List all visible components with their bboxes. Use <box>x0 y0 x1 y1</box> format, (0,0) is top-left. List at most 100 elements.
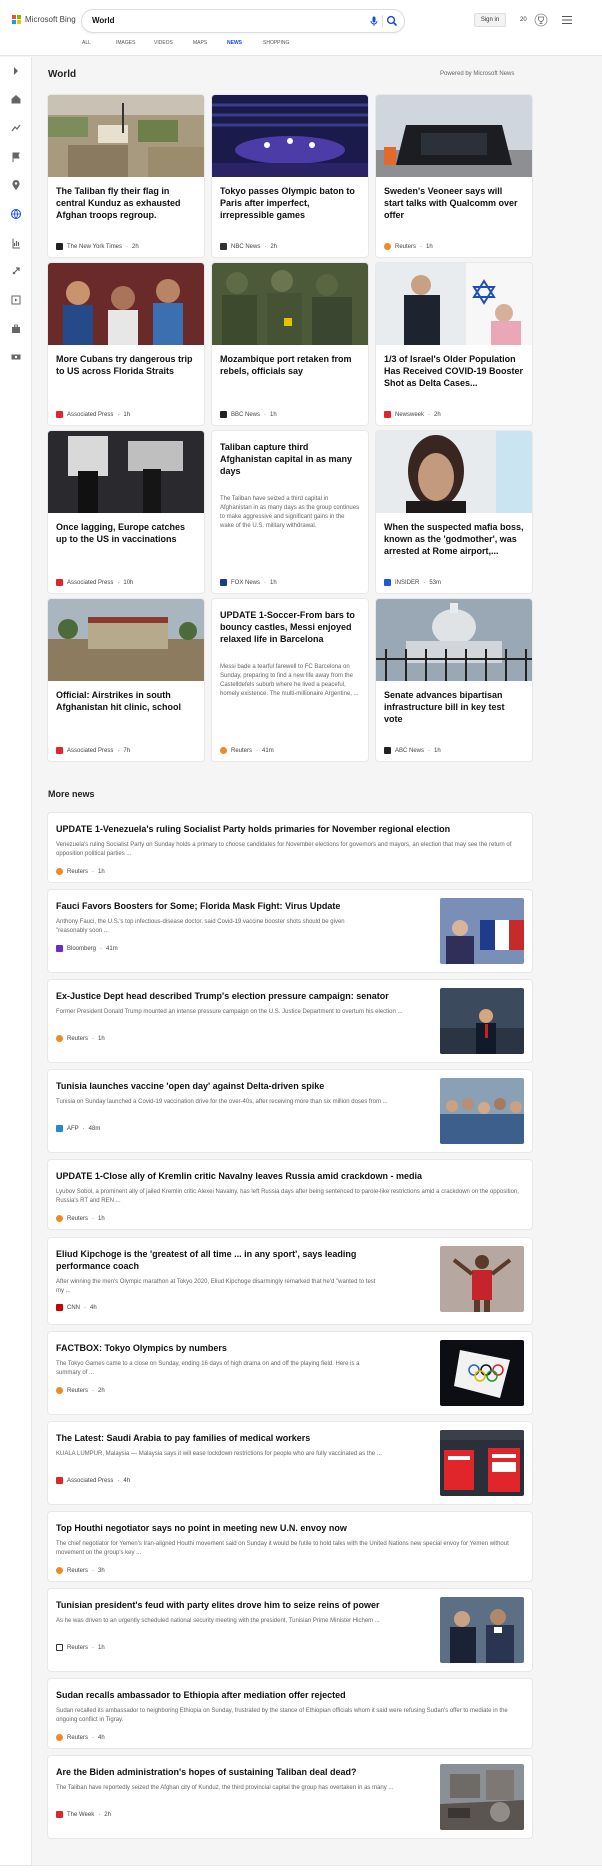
reuters-logo-icon <box>56 1215 63 1222</box>
expand-icon[interactable] <box>10 65 22 77</box>
rewards-trophy-icon[interactable] <box>534 13 548 27</box>
tab-images[interactable]: IMAGES <box>116 40 154 56</box>
news-card[interactable]: 1/3 of Israel's Older Population Has Rec… <box>376 263 532 425</box>
microphone-icon[interactable] <box>368 15 380 27</box>
card-headline[interactable]: Senate advances bipartisan infrastructur… <box>384 689 524 725</box>
news-list-item[interactable]: Eliud Kipchoge is the 'greatest of all t… <box>48 1238 532 1324</box>
card-headline[interactable]: The Taliban fly their flag in central Ku… <box>56 185 196 221</box>
card-headline[interactable]: Tokyo passes Olympic baton to Paris afte… <box>220 185 360 221</box>
list-headline[interactable]: UPDATE 1-Venezuela's ruling Socialist Pa… <box>56 823 522 835</box>
news-card[interactable]: Taliban capture third Afghanistan capita… <box>212 431 368 593</box>
reuters-logo-icon <box>56 1734 63 1741</box>
card-headline[interactable]: More Cubans try dangerous trip to US acr… <box>56 353 196 377</box>
card-source: FOX News · 1h <box>220 579 277 586</box>
rewards-count[interactable]: 20 <box>520 17 527 23</box>
list-thumbnail <box>440 898 524 964</box>
sign-in-button[interactable]: Sign in <box>474 13 506 27</box>
science-icon[interactable] <box>10 237 22 249</box>
news-list-item[interactable]: UPDATE 1-Close ally of Kremlin critic Na… <box>48 1160 532 1229</box>
search-input[interactable] <box>92 16 352 25</box>
list-summary: As he was driven to an urgently schedule… <box>56 1618 380 1624</box>
news-list-item[interactable]: Are the Biden administration's hopes of … <box>48 1756 532 1838</box>
location-icon[interactable] <box>10 179 22 191</box>
list-source: Reuters · 4h <box>56 1734 105 1741</box>
news-card[interactable]: Official: Airstrikes in south Afghanista… <box>48 599 204 761</box>
card-headline[interactable]: 1/3 of Israel's Older Population Has Rec… <box>384 353 524 389</box>
ap-logo-icon <box>56 1477 63 1484</box>
list-headline[interactable]: Sudan recalls ambassador to Ethiopia aft… <box>56 1689 522 1701</box>
news-card[interactable]: Senate advances bipartisan infrastructur… <box>376 599 532 761</box>
card-source: Reuters · 41m <box>220 747 274 754</box>
list-headline[interactable]: Fauci Favors Boosters for Some; Florida … <box>56 900 426 912</box>
ap-logo-icon <box>56 579 63 586</box>
list-source: Reuters · 1h <box>56 1035 105 1042</box>
list-source: Reuters · 1h <box>56 1644 105 1651</box>
list-summary: KUALA LUMPUR, Malaysia — Malaysia says i… <box>56 1451 382 1457</box>
tab-all[interactable]: ALL <box>82 40 116 56</box>
news-card[interactable]: When the suspected mafia boss, known as … <box>376 431 532 593</box>
top-bar: Microsoft Bing Sign in 20 ALL IMAGES VID… <box>0 0 602 56</box>
news-list-item[interactable]: Top Houthi negotiator says no point in m… <box>48 1512 532 1581</box>
tab-news-label: NEWS <box>227 40 242 46</box>
flag-icon[interactable] <box>10 151 22 163</box>
world-icon[interactable] <box>10 208 22 220</box>
entertainment-icon[interactable] <box>10 294 22 306</box>
card-headline[interactable]: Sweden's Veoneer says will start talks w… <box>384 185 524 221</box>
rocket-icon[interactable] <box>10 265 22 277</box>
news-list-item[interactable]: Sudan recalls ambassador to Ethiopia aft… <box>48 1679 532 1748</box>
news-card[interactable]: Once lagging, Europe catches up to the U… <box>48 431 204 593</box>
list-summary: Lyubov Sobol, a prominent ally of jailed… <box>56 1189 519 1204</box>
reuters-logo-icon <box>56 868 63 875</box>
list-headline[interactable]: FACTBOX: Tokyo Olympics by numbers <box>56 1342 426 1354</box>
list-headline[interactable]: Are the Biden administration's hopes of … <box>56 1766 426 1778</box>
search-box <box>82 10 404 32</box>
news-card[interactable]: The Taliban fly their flag in central Ku… <box>48 95 204 257</box>
news-list-item[interactable]: FACTBOX: Tokyo Olympics by numbers The T… <box>48 1332 532 1414</box>
list-thumbnail <box>440 1597 524 1663</box>
news-list-item[interactable]: Tunisia launches vaccine 'open day' agai… <box>48 1070 532 1152</box>
money-icon[interactable] <box>10 351 22 363</box>
card-headline[interactable]: Mozambique port retaken from rebels, off… <box>220 353 360 377</box>
list-headline[interactable]: UPDATE 1-Close ally of Kremlin critic Na… <box>56 1170 522 1182</box>
card-headline[interactable]: UPDATE 1-Soccer-From bars to bouncy cast… <box>220 609 360 645</box>
news-card[interactable]: UPDATE 1-Soccer-From bars to bouncy cast… <box>212 599 368 761</box>
list-headline[interactable]: Top Houthi negotiator says no point in m… <box>56 1522 522 1534</box>
home-icon[interactable] <box>10 93 22 105</box>
card-image <box>48 431 204 513</box>
news-list-item[interactable]: Tunisian president's feud with party eli… <box>48 1589 532 1671</box>
list-headline[interactable]: Tunisian president's feud with party eli… <box>56 1599 426 1611</box>
card-source: BBC News · 1h <box>220 411 277 418</box>
list-headline[interactable]: Eliud Kipchoge is the 'greatest of all t… <box>56 1248 376 1272</box>
card-headline[interactable]: Official: Airstrikes in south Afghanista… <box>56 689 196 713</box>
news-list-item[interactable]: Fauci Favors Boosters for Some; Florida … <box>48 890 532 972</box>
trending-icon[interactable] <box>10 122 22 134</box>
news-card[interactable]: More Cubans try dangerous trip to US acr… <box>48 263 204 425</box>
tab-videos[interactable]: VIDEOS <box>154 40 193 56</box>
news-card[interactable]: Sweden's Veoneer says will start talks w… <box>376 95 532 257</box>
list-thumbnail <box>440 1764 524 1830</box>
card-image <box>48 95 204 177</box>
more-news-title: More news <box>48 789 95 799</box>
tab-maps[interactable]: MAPS <box>193 40 227 56</box>
menu-icon[interactable] <box>561 15 573 25</box>
news-list-item[interactable]: Ex-Justice Dept head described Trump's e… <box>48 980 532 1062</box>
bbc-logo-icon <box>220 411 227 418</box>
card-headline[interactable]: When the suspected mafia boss, known as … <box>384 521 524 557</box>
list-source: Reuters · 1h <box>56 1215 105 1222</box>
list-headline[interactable]: Tunisia launches vaccine 'open day' agai… <box>56 1080 426 1092</box>
list-headline[interactable]: The Latest: Saudi Arabia to pay families… <box>56 1432 426 1444</box>
news-card[interactable]: Tokyo passes Olympic baton to Paris afte… <box>212 95 368 257</box>
list-headline[interactable]: Ex-Justice Dept head described Trump's e… <box>56 990 426 1002</box>
business-icon[interactable] <box>10 323 22 335</box>
card-headline[interactable]: Taliban capture third Afghanistan capita… <box>220 441 360 477</box>
card-headline[interactable]: Once lagging, Europe catches up to the U… <box>56 521 196 545</box>
news-list-item[interactable]: The Latest: Saudi Arabia to pay families… <box>48 1422 532 1504</box>
card-image <box>376 431 532 513</box>
afp-logo-icon <box>56 1125 63 1132</box>
reuters-logo-icon <box>56 1035 63 1042</box>
search-icon[interactable] <box>386 15 398 27</box>
news-list-item[interactable]: UPDATE 1-Venezuela's ruling Socialist Pa… <box>48 813 532 882</box>
bing-logo[interactable]: Microsoft Bing <box>12 15 76 24</box>
news-card[interactable]: Mozambique port retaken from rebels, off… <box>212 263 368 425</box>
tab-shopping[interactable]: SHOPPING <box>263 40 307 56</box>
